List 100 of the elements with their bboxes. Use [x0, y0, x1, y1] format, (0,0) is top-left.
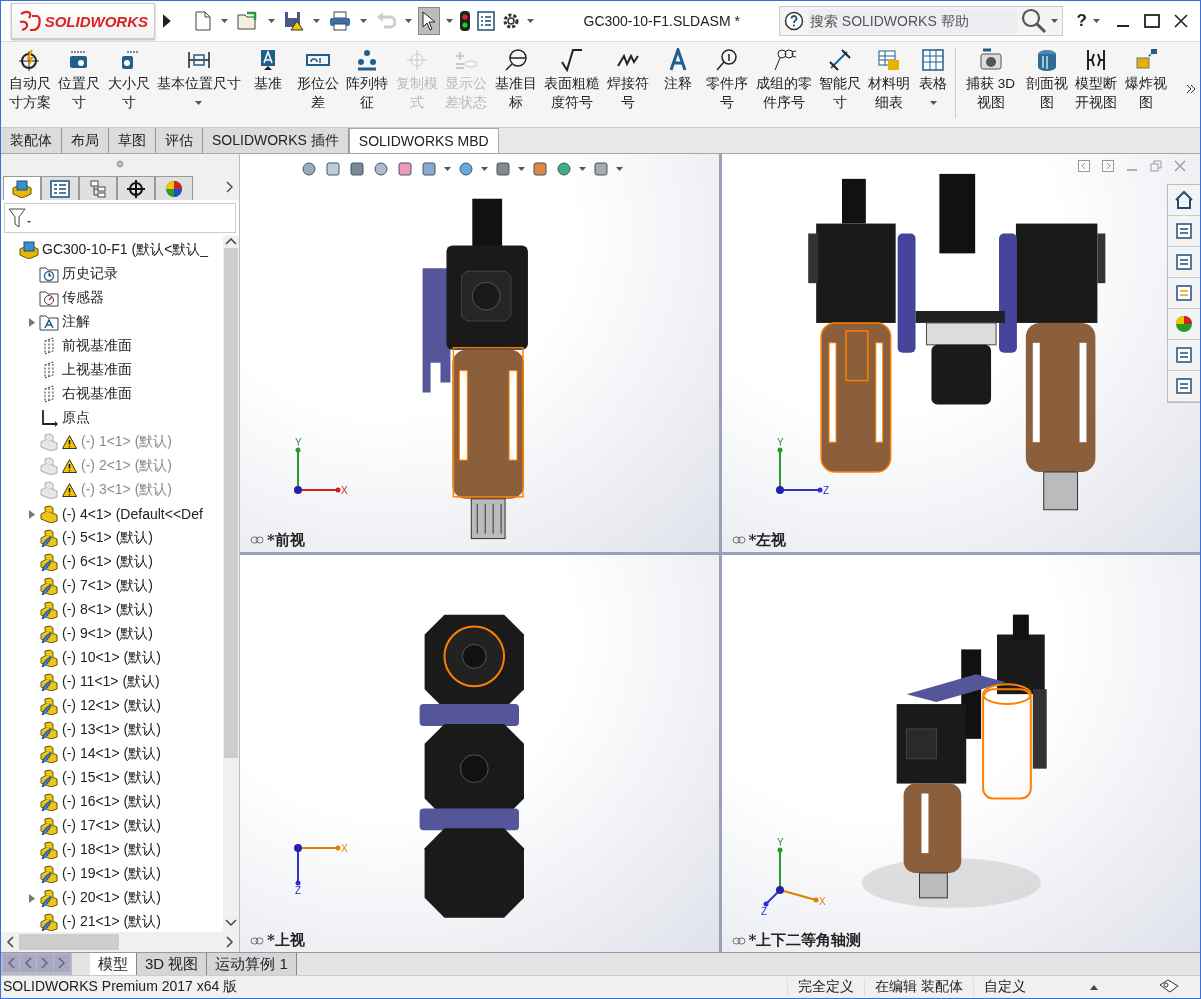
command-tab[interactable]: SOLIDWORKS 插件 [203, 128, 349, 153]
tree-item-label[interactable]: (-) 17<1> (默认) [62, 817, 161, 835]
logo[interactable]: SOLIDWORKS [11, 3, 155, 39]
tree-item-label[interactable]: (-) 3<1> (默认) [81, 481, 172, 499]
tree-item-label[interactable]: 传感器 [62, 289, 104, 307]
caret-icon[interactable] [359, 19, 367, 23]
caret-icon[interactable] [481, 167, 488, 171]
ribbon-button[interactable]: 形位公差 [293, 48, 343, 112]
tree-item-label[interactable]: (-) 6<1> (默认) [62, 553, 153, 571]
tree-item-label[interactable]: (-) 19<1> (默认) [62, 865, 161, 883]
tree-item-label[interactable]: (-) 15<1> (默认) [62, 769, 161, 787]
chevron-right-icon[interactable] [226, 181, 233, 193]
tree-item-label[interactable]: (-) 7<1> (默认) [62, 577, 153, 595]
tree-item-label[interactable]: (-) 9<1> (默认) [62, 625, 153, 643]
search-field[interactable]: 搜索 SOLIDWORKS 帮助 [778, 6, 1063, 36]
scroll-down-icon[interactable] [225, 918, 237, 928]
tree-item-label[interactable]: GC300-10-F1 (默认<默认_ [42, 241, 209, 259]
caret-icon[interactable] [616, 167, 623, 171]
tree-item-label[interactable]: (-) 2<1> (默认) [81, 457, 172, 475]
ribbon-button[interactable]: 剖面视图 [1022, 48, 1072, 112]
tree-item-label[interactable]: (-) 13<1> (默认) [62, 721, 161, 739]
viewport[interactable]: Y X *前视 [240, 154, 719, 552]
search-icon[interactable] [1020, 8, 1047, 34]
tree-item-label[interactable]: (-) 10<1> (默认) [62, 649, 161, 667]
filter-field[interactable] [4, 203, 236, 233]
ribbon-button[interactable]: 基本位置尺寸 [153, 48, 244, 105]
tree-item-label[interactable]: 原点 [62, 409, 90, 427]
traffic-light-icon[interactable] [458, 10, 471, 32]
list-icon[interactable] [476, 11, 495, 31]
ribbon-button[interactable]: 位置尺寸 [54, 48, 104, 112]
command-tab[interactable]: 装配体 [1, 128, 62, 153]
scrollbar[interactable] [1, 932, 239, 952]
tree-item-label[interactable]: (-) 4<1> (Default<<Def [62, 506, 203, 522]
ribbon-button[interactable]: 注释 [653, 48, 703, 93]
tree-item-label[interactable]: (-) 16<1> (默认) [62, 793, 161, 811]
tree-item-label[interactable]: 上视基准面 [62, 361, 132, 379]
caret-icon[interactable] [526, 19, 534, 23]
ribbon-button[interactable]: 基准 [243, 48, 293, 93]
tree-item-label[interactable]: (-) 8<1> (默认) [62, 601, 153, 619]
ribbon-button[interactable]: 大小尺寸 [104, 48, 154, 112]
scroll-up-icon[interactable] [225, 236, 237, 246]
palette-icon[interactable] [1174, 283, 1194, 303]
command-tab[interactable]: SOLIDWORKS MBD [348, 128, 499, 153]
ribbon-button[interactable]: 捕获 3D 视图 [959, 48, 1022, 112]
ribbon-button[interactable]: 爆炸视图 [1121, 48, 1171, 112]
tree-item-label[interactable]: 注解 [62, 313, 90, 331]
caret-icon[interactable] [445, 19, 453, 23]
folder-icon[interactable] [1174, 252, 1194, 272]
caret-icon[interactable] [444, 167, 451, 171]
appearance-icon[interactable] [1174, 314, 1194, 334]
tree-item-label[interactable]: (-) 11<1> (默认) [62, 673, 160, 691]
next-icon[interactable] [1102, 160, 1114, 172]
ribbon-button[interactable]: 阵列特征 [342, 48, 392, 112]
bottom-tab[interactable]: 模型 [90, 953, 137, 975]
tree-item-label[interactable]: (-) 21<1> (默认) [62, 913, 161, 931]
ribbon-button[interactable]: 材料明细表 [864, 48, 914, 112]
grip-icon[interactable] [116, 160, 124, 168]
new-file-icon[interactable] [193, 11, 212, 31]
previous-icon[interactable] [1078, 160, 1090, 172]
command-tab[interactable]: 评估 [156, 128, 203, 153]
bottom-tab[interactable]: 3D 视图 [137, 953, 208, 975]
open-folder-icon[interactable] [236, 11, 259, 31]
tree-item-label[interactable]: (-) 18<1> (默认) [62, 841, 161, 859]
tree-item-label[interactable]: (-) 20<1> (默认) [62, 889, 161, 907]
ribbon-button[interactable]: 基准目标 [491, 48, 541, 112]
ribbon-button[interactable]: 智能尺寸 [815, 48, 865, 112]
select-button[interactable] [417, 7, 440, 35]
tree-item-label[interactable]: (-) 12<1> (默认) [62, 697, 161, 715]
caret-up-icon[interactable] [1090, 984, 1098, 990]
ribbon-button[interactable]: 自动尺寸方案 [5, 48, 55, 112]
command-tab[interactable]: 布局 [62, 128, 109, 153]
caret-icon[interactable] [404, 19, 412, 23]
tree-item-label[interactable]: (-) 5<1> (默认) [62, 529, 153, 547]
tree-item-label[interactable]: 历史记录 [62, 265, 118, 283]
bottom-tab[interactable]: 运动算例 1 [207, 953, 297, 975]
scroll-right-icon[interactable] [225, 936, 235, 948]
tag-icon[interactable] [1158, 979, 1180, 995]
viewport[interactable]: Y Z *左视 [721, 154, 1200, 552]
scrollbar[interactable] [223, 236, 239, 932]
caret-icon[interactable] [195, 101, 202, 105]
ribbon-button[interactable]: 焊接符号 [603, 48, 653, 112]
tree-item-label[interactable]: (-) 14<1> (默认) [62, 745, 161, 763]
ribbon-button[interactable]: 表格 [914, 48, 952, 105]
tree-item-label[interactable]: (-) 1<1> (默认) [81, 433, 172, 451]
caret-icon[interactable] [1050, 19, 1058, 23]
caret-icon[interactable] [579, 167, 586, 171]
caret-icon[interactable] [929, 101, 937, 105]
caret-icon[interactable] [267, 19, 275, 23]
tree-item-label[interactable]: 前视基准面 [62, 337, 132, 355]
panel-tab[interactable] [117, 176, 155, 200]
ribbon-button[interactable]: 模型断开视图 [1071, 48, 1121, 112]
printer-icon[interactable] [328, 11, 351, 31]
caret-icon[interactable] [220, 19, 228, 23]
close-icon[interactable] [1174, 14, 1188, 28]
ribbon-button[interactable]: 成组的零件序号 [752, 48, 815, 112]
forum-icon[interactable] [1174, 376, 1194, 396]
tree-item-label[interactable]: 右视基准面 [62, 385, 132, 403]
home-icon[interactable] [1174, 190, 1194, 210]
caret-icon[interactable] [1093, 19, 1100, 23]
expand-arrow-icon[interactable] [162, 14, 171, 28]
